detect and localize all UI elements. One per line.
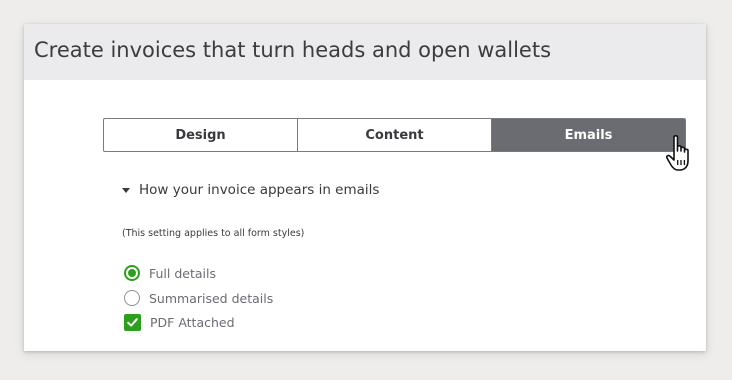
card-header: Create invoices that turn heads and open… (24, 24, 706, 80)
pdf-attached-checkbox[interactable] (124, 314, 141, 331)
full-details-option[interactable]: Full details (124, 265, 216, 281)
tab-content[interactable]: Content (297, 119, 491, 151)
settings-note: (This setting applies to all form styles… (122, 228, 305, 239)
pdf-attached-label: PDF Attached (150, 315, 235, 330)
tab-design[interactable]: Design (104, 119, 297, 151)
checkmark-icon (127, 318, 138, 327)
pdf-attached-option[interactable]: PDF Attached (124, 314, 235, 331)
hand-pointer-icon (665, 135, 689, 171)
section-title: How your invoice appears in emails (139, 182, 380, 198)
tab-bar: Design Content Emails (103, 118, 686, 152)
full-details-label: Full details (149, 265, 216, 281)
caret-down-icon (122, 188, 130, 193)
summarised-details-label: Summarised details (149, 290, 274, 306)
tab-emails[interactable]: Emails (491, 119, 685, 151)
summarised-details-option[interactable]: Summarised details (124, 290, 273, 306)
email-appearance-toggle[interactable]: How your invoice appears in emails (122, 182, 379, 198)
full-details-radio[interactable] (124, 265, 140, 281)
settings-card: Create invoices that turn heads and open… (24, 24, 706, 351)
summarised-details-radio[interactable] (124, 290, 140, 306)
page-title: Create invoices that turn heads and open… (34, 38, 552, 62)
